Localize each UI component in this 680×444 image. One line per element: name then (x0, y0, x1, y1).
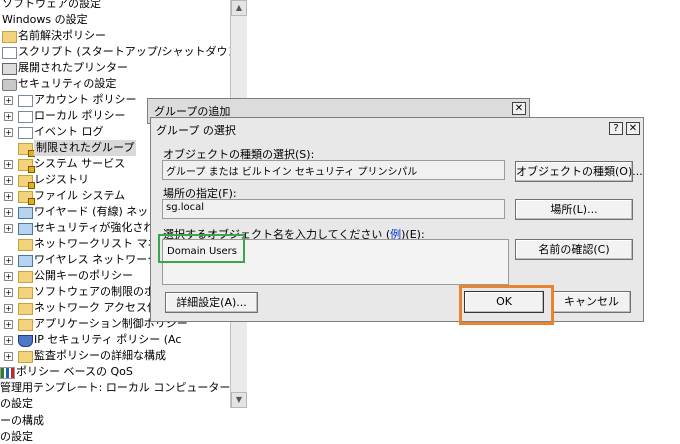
tree-item-label: ファイル システム (34, 189, 126, 202)
printer-icon (2, 63, 17, 75)
tree-item-label: IP セキュリティ ポリシー (Ac (34, 333, 182, 346)
folder-icon (18, 351, 33, 363)
expand-icon[interactable]: + (4, 160, 13, 169)
dialog-title: グループ の選択 (156, 124, 236, 137)
folder-icon (18, 303, 33, 315)
expand-icon[interactable]: + (4, 112, 13, 121)
object-type-field: グループ または ビルトイン セキュリティ プリンシパル (162, 160, 505, 180)
tree-item-label: の設定 (0, 397, 33, 408)
check-names-button[interactable]: 名前の確認(C) (515, 239, 633, 260)
expand-icon[interactable]: + (4, 352, 13, 361)
tree-item-label: スクリプト (スタートアップ/シャットダウン) (18, 45, 230, 58)
security-settings-icon (2, 79, 17, 91)
locked-folder-icon (18, 159, 35, 173)
expand-icon[interactable]: + (4, 336, 13, 345)
tree-item-label: 管理用テンプレート: ローカル コンピューターから取得し (0, 381, 230, 394)
tree-item-label: ーの構成 (0, 414, 44, 427)
tree-item-label: 監査ポリシーの詳細な構成 (34, 349, 166, 362)
expand-icon[interactable]: + (4, 192, 13, 201)
expand-icon[interactable]: + (4, 208, 13, 217)
dialog-titlebar: グループ の選択 ? ✕ (151, 118, 643, 138)
shield-icon (18, 335, 33, 347)
help-icon[interactable]: ? (609, 122, 623, 135)
tree-item-label: アカウント ポリシー (34, 93, 137, 106)
expand-icon[interactable]: + (4, 224, 13, 233)
tree-item-label: ソフトウェアの設定 (2, 0, 101, 10)
folder-icon (18, 287, 33, 299)
tree-item-label: イベント ログ (34, 125, 104, 138)
tree-item-label: 公開キーのポリシー (34, 269, 133, 282)
expand-icon[interactable]: + (4, 272, 13, 281)
tree-item-windows-settings[interactable]: Windows の設定 (2, 12, 88, 28)
expand-icon[interactable]: + (4, 288, 13, 297)
policy-icon (18, 95, 33, 107)
network-icon (18, 207, 33, 219)
qos-chart-icon (0, 367, 15, 379)
expand-icon[interactable]: + (4, 96, 13, 105)
location-field: sg.local (162, 199, 505, 219)
advanced-button[interactable]: 詳細設定(A)... (165, 292, 258, 313)
tree-item-label: の設定 (0, 430, 33, 443)
expand-icon[interactable]: + (4, 128, 13, 137)
policy-icon (18, 111, 33, 123)
tree-item-ip-security[interactable]: + IP セキュリティ ポリシー (Ac (0, 332, 230, 348)
locations-button[interactable]: 場所(L)... (515, 199, 633, 220)
expand-icon[interactable]: + (4, 176, 13, 185)
folder-icon (18, 271, 33, 283)
expand-icon[interactable]: + (4, 320, 13, 329)
expand-icon[interactable]: + (4, 256, 13, 265)
cancel-button[interactable]: キャンセル (552, 291, 631, 313)
locked-folder-icon (18, 175, 35, 189)
scroll-down-arrow-icon[interactable]: ▼ (231, 392, 247, 408)
tree-item-label: レジストリ (34, 173, 89, 186)
tree-item-admin-templates[interactable]: 管理用テンプレート: ローカル コンピューターから取得し (0, 380, 230, 396)
tree-item-label: 展開されたプリンター (18, 61, 128, 74)
tree-item-label: システム サービス (34, 157, 126, 170)
tree-item-label: ポリシー ベースの QoS (16, 365, 133, 378)
scroll-up-arrow-icon[interactable]: ▲ (231, 0, 247, 16)
tree-item-label: ローカル ポリシー (34, 109, 126, 122)
locked-folder-icon (18, 191, 35, 205)
tree-item-label: 名前解決ポリシー (18, 29, 106, 42)
close-icon[interactable]: ✕ (512, 102, 526, 115)
close-icon[interactable]: ✕ (626, 122, 640, 135)
folder-icon (18, 239, 33, 251)
tree-item-advanced-audit[interactable]: + 監査ポリシーの詳細な構成 (0, 348, 230, 364)
locked-folder-icon (18, 143, 35, 157)
tree-item-policy-qos[interactable]: ポリシー ベースの QoS (0, 364, 230, 380)
tree-item-label: ネットワーク アクセス保護 (34, 301, 169, 314)
firewall-icon (18, 223, 33, 235)
script-icon (2, 47, 17, 59)
folder-icon (18, 319, 33, 331)
tree-item-label: 制限されたグループ (34, 140, 137, 156)
names-input-highlight (158, 234, 245, 263)
tree-item-settings[interactable]: の設定 (0, 396, 230, 408)
wireless-icon (18, 255, 33, 267)
tree-item-label: Windows の設定 (2, 13, 88, 26)
tree-item-software-settings[interactable]: ソフトウェアの設定 (2, 0, 101, 12)
select-groups-dialog: グループ の選択 ? ✕ オブジェクトの種類の選択(S): グループ または ビ… (150, 117, 644, 322)
object-types-button[interactable]: オブジェクトの種類(O)... (515, 161, 643, 182)
expand-icon[interactable]: + (4, 304, 13, 313)
folder-icon (2, 31, 17, 43)
tree-item-label: セキュリティの設定 (18, 77, 117, 90)
event-log-icon (18, 127, 33, 139)
ok-button-highlight (459, 285, 554, 325)
